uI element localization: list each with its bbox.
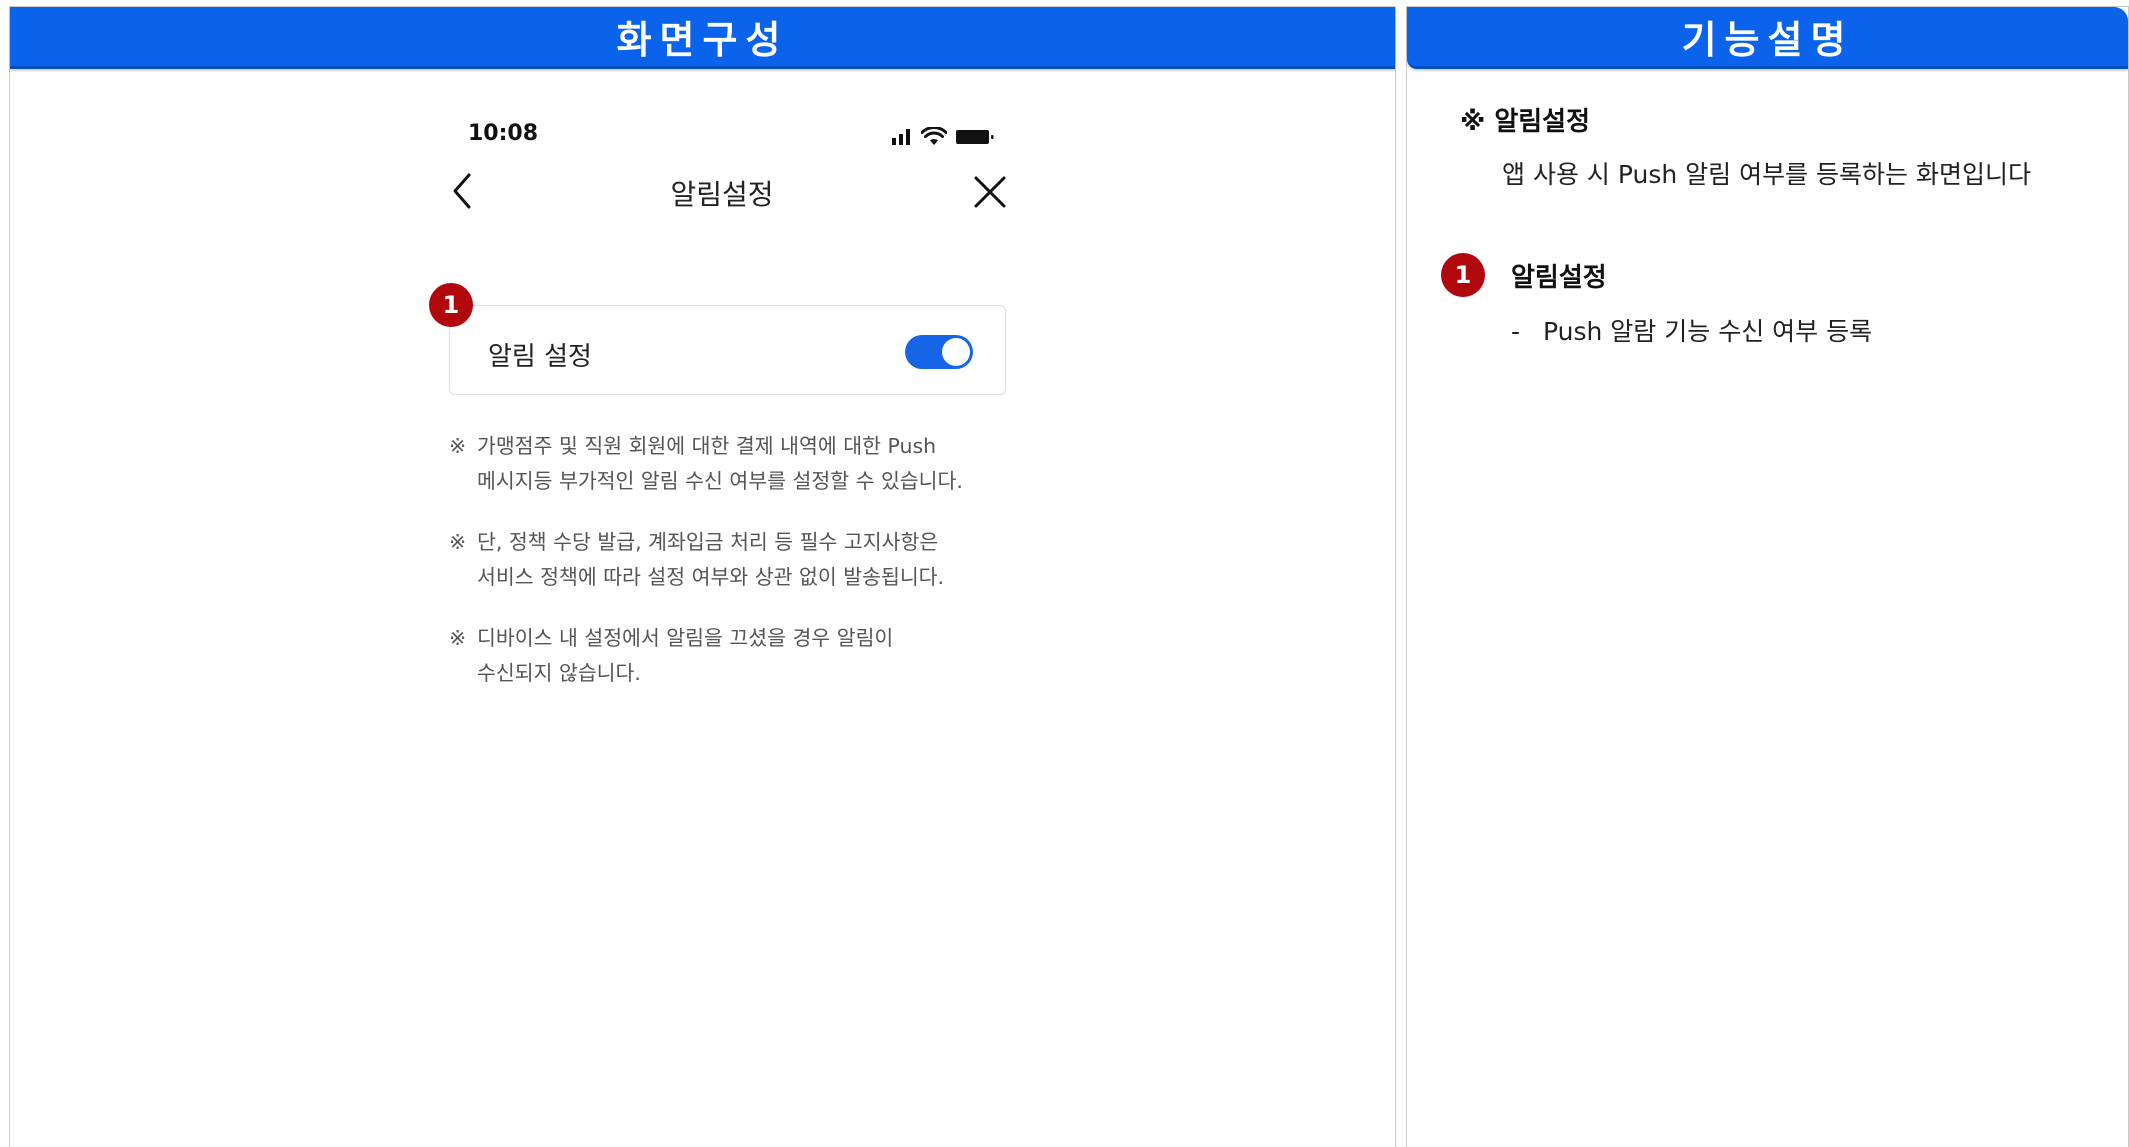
notice-item: ※ 단, 정책 수당 발급, 계좌입금 처리 등 필수 고지사항은 서비스 정책… (449, 525, 1029, 595)
status-time: 10:08 (468, 121, 539, 146)
notification-setting-label: 알림 설정 (488, 342, 592, 372)
description-item-line: - Push 알람 기능 수신 여부 등록 (1511, 312, 1872, 348)
dash-bullet: - (1511, 317, 1521, 346)
description-body: 앱 사용 시 Push 알림 여부를 등록하는 화면입니다 (1502, 160, 2031, 189)
close-icon[interactable] (973, 175, 1007, 209)
notification-toggle[interactable] (905, 335, 973, 369)
notice-text: 단, 정책 수당 발급, 계좌입금 처리 등 필수 고지사항은 서비스 정책에 … (477, 530, 945, 589)
function-description-header: 기능설명 (1407, 7, 2128, 69)
reference-mark: ※ (449, 434, 467, 458)
notice-list: ※ 가맹점주 및 직원 회원에 대한 결제 내역에 대한 Push 메시지등 부… (449, 429, 1029, 717)
description-item-text: Push 알람 기능 수신 여부 등록 (1543, 317, 1873, 346)
notice-text: 가맹점주 및 직원 회원에 대한 결제 내역에 대한 Push 메시지등 부가적… (477, 434, 963, 493)
nav-bar: 알림설정 (427, 153, 1017, 231)
reference-mark: ※ (449, 530, 467, 554)
screen-composition-panel: 화면구성 10:08 알림설정 알림 설정 1 ※ 가맹점주 및 직원 회원에 … (9, 6, 1396, 1147)
toggle-knob (942, 338, 970, 366)
notification-setting-row: 알림 설정 (449, 305, 1006, 395)
phone-mockup: 10:08 알림설정 알림 설정 1 ※ 가맹점주 및 직원 회원에 대한 결제… (427, 107, 1017, 685)
status-icons (891, 127, 995, 147)
notice-text: 디바이스 내 설정에서 알림을 끄셨을 경우 알림이 수신되지 않습니다. (477, 626, 894, 685)
reference-mark: ※ (449, 626, 467, 650)
description-heading: ※ 알림설정 (1460, 107, 1591, 137)
notice-item: ※ 가맹점주 및 직원 회원에 대한 결제 내역에 대한 Push 메시지등 부… (449, 429, 1029, 499)
signal-icon (892, 129, 910, 145)
annotation-badge-1: 1 (429, 283, 473, 327)
description-item-title: 알림설정 (1511, 263, 1607, 293)
wifi-icon (921, 127, 947, 145)
status-bar: 10:08 (427, 107, 1017, 147)
battery-icon (956, 130, 994, 144)
notice-item: ※ 디바이스 내 설정에서 알림을 끄셨을 경우 알림이 수신되지 않습니다. (449, 621, 1029, 691)
function-description-panel: 기능설명 ※ 알림설정 앱 사용 시 Push 알림 여부를 등록하는 화면입니… (1406, 6, 2129, 1147)
page-title: 알림설정 (670, 178, 774, 211)
screen-composition-header: 화면구성 (10, 7, 1395, 69)
annotation-badge-1: 1 (1441, 253, 1485, 297)
